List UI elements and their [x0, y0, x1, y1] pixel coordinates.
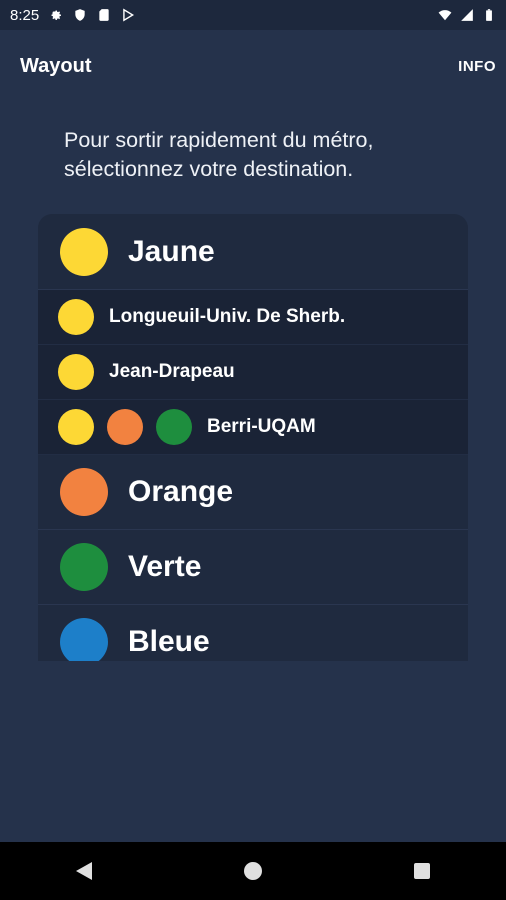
- shield-icon: [73, 8, 87, 22]
- wifi-icon: [438, 8, 452, 22]
- status-icons-right: [438, 8, 496, 22]
- station-row-longueuil[interactable]: Longueuil-Univ. De Sherb.: [38, 290, 468, 345]
- station-row-berri-uqam[interactable]: Berri-UQAM: [38, 400, 468, 455]
- line-row-jaune[interactable]: Jaune: [38, 214, 468, 290]
- instruction-text: Pour sortir rapidement du métro, sélecti…: [64, 126, 464, 184]
- status-icons-left: [49, 8, 135, 22]
- status-time: 8:25: [10, 6, 40, 24]
- station-line-dot-verte: [156, 409, 192, 445]
- line-label: Verte: [128, 550, 202, 583]
- station-line-dot-jaune: [58, 409, 94, 445]
- line-row-verte[interactable]: Verte: [38, 530, 468, 605]
- station-line-dot-orange: [107, 409, 143, 445]
- play-store-icon: [121, 8, 135, 22]
- station-row-jean-drapeau[interactable]: Jean-Drapeau: [38, 345, 468, 400]
- line-row-bleue[interactable]: Bleue: [38, 605, 468, 661]
- station-label: Jean-Drapeau: [109, 361, 235, 382]
- instruction-line-1: Pour sortir rapidement du métro,: [64, 128, 374, 152]
- metro-line-list[interactable]: Jaune Longueuil-Univ. De Sherb. Jean-Dra…: [38, 214, 468, 661]
- line-color-dot: [60, 543, 108, 591]
- line-label: Orange: [128, 475, 234, 508]
- station-line-dot: [58, 299, 94, 335]
- status-bar: 8:25: [0, 0, 506, 30]
- battery-icon: [482, 8, 496, 22]
- instruction-line-2: sélectionnez votre destination.: [64, 157, 354, 181]
- cell-signal-icon: [460, 8, 474, 22]
- system-nav-bar: [0, 842, 506, 900]
- back-triangle-icon[interactable]: [64, 851, 104, 891]
- sd-card-icon: [97, 8, 111, 22]
- station-label: Berri-UQAM: [207, 416, 316, 437]
- app-title: Wayout: [20, 54, 92, 77]
- line-row-orange[interactable]: Orange: [38, 455, 468, 530]
- app-bar: Wayout INFO: [0, 30, 506, 102]
- line-label: Bleue: [128, 625, 210, 658]
- line-color-dot: [60, 468, 108, 516]
- line-color-dot: [60, 618, 108, 661]
- line-label: Jaune: [128, 234, 215, 268]
- line-color-dot: [60, 227, 108, 276]
- station-label: Longueuil-Univ. De Sherb.: [109, 306, 346, 327]
- home-circle-icon[interactable]: [233, 851, 273, 891]
- station-line-dot: [58, 354, 94, 390]
- recents-square-icon[interactable]: [402, 851, 442, 891]
- info-button[interactable]: INFO: [458, 58, 496, 75]
- settings-gear-icon: [49, 8, 63, 22]
